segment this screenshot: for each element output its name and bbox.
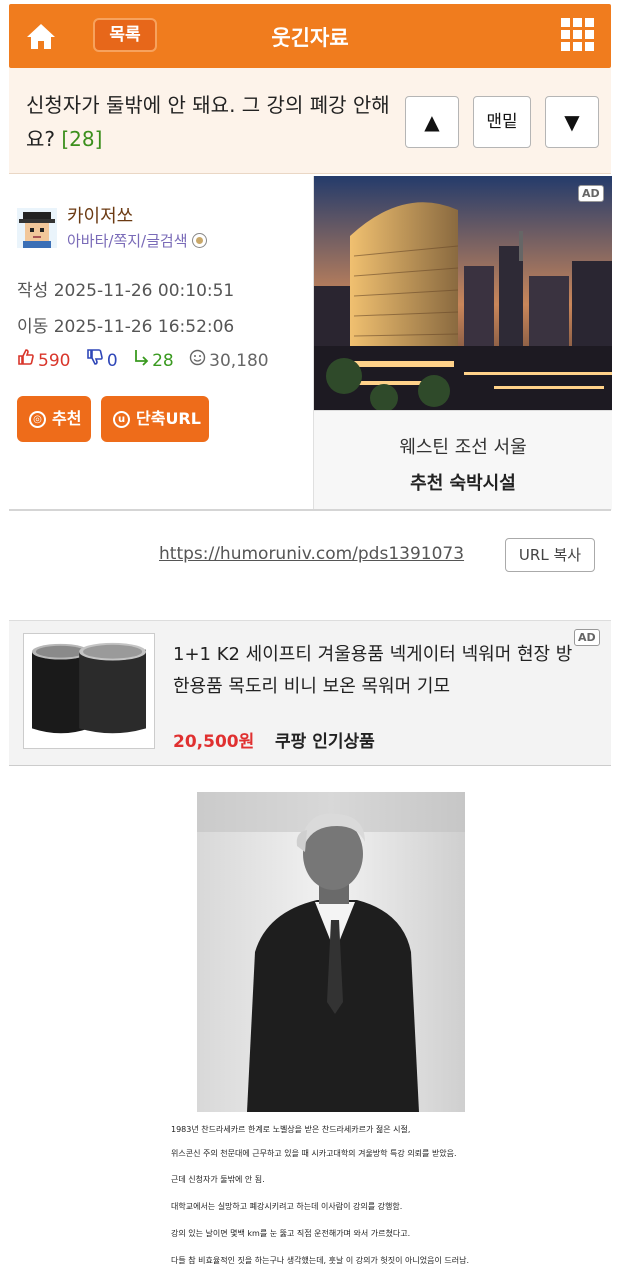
hotel-ad[interactable]: AD 웨스틴 조선 서울 추천 숙박시설: [313, 176, 612, 510]
author-links-text[interactable]: 아바타/쪽지/글검색: [67, 232, 188, 250]
hotel-category[interactable]: 추천 숙박시설: [314, 469, 612, 495]
product-image[interactable]: [23, 633, 155, 749]
thumbs-up-icon: [18, 349, 34, 365]
prev-post-button[interactable]: ▲: [405, 96, 459, 148]
scroll-bottom-button[interactable]: 맨밑: [473, 96, 531, 148]
product-store[interactable]: 쿠팡 인기상품: [275, 727, 375, 752]
caption-line: 1983년 찬드라세카르 한계로 노벨상을 받은 찬드라세카르가 젊은 시절,: [171, 1125, 411, 1134]
post-title: 신청자가 둘밖에 안 돼요. 그 강의 폐강 안해요? [28]: [26, 88, 396, 156]
avatar[interactable]: [17, 208, 57, 248]
divider: [9, 509, 611, 511]
written-date: 작성 2025-11-26 00:10:51: [17, 276, 234, 301]
view-stat: 30,180: [189, 349, 269, 371]
post-stats: 590 0 28 30,180: [17, 348, 279, 371]
caption-line: 강의 있는 날이면 몇백 km를 눈 뚫고 직접 운전해가며 와서 가르쳤다고.: [171, 1229, 411, 1238]
short-url-button[interactable]: u 단축URL: [101, 396, 209, 442]
caption-line: 다들 참 비효율적인 짓을 하는구나 생각했는데, 훗날 이 강의가 헛짓이 아…: [171, 1256, 470, 1265]
short-url-label: 단축URL: [136, 409, 201, 428]
ad-badge[interactable]: AD: [574, 629, 600, 646]
reply-count: 28: [152, 351, 174, 371]
product-ad[interactable]: 1+1 K2 세이프티 겨울용품 넥게이터 넥워머 현장 방한용품 목도리 비니…: [9, 620, 611, 766]
grid-menu-icon[interactable]: [561, 18, 597, 54]
author-links[interactable]: 아바타/쪽지/글검색: [67, 230, 207, 251]
post-url-link[interactable]: https://humoruniv.com/pds1391073: [159, 544, 464, 564]
moved-label: 이동: [17, 317, 49, 337]
caption-line: 대학교에서는 실망하고 폐강시키려고 하는데 이사람이 강의를 강행함.: [171, 1202, 403, 1211]
portrait-photo: [197, 792, 465, 1112]
site-title: 웃긴자료: [271, 26, 349, 50]
view-count: 30,180: [209, 351, 269, 371]
comment-count[interactable]: [28]: [61, 127, 102, 151]
reply-stat: 28: [133, 348, 174, 371]
written-label: 작성: [17, 281, 49, 301]
downvote-count: 0: [106, 351, 118, 371]
hotel-name[interactable]: 웨스틴 조선 서울: [314, 433, 612, 459]
upvote-stat: 590: [17, 348, 70, 371]
downvote-stat: 0: [86, 348, 118, 371]
written-value: 2025-11-26 00:10:51: [53, 281, 235, 301]
moved-date: 이동 2025-11-26 16:52:06: [17, 312, 234, 337]
hotel-info[interactable]: 웨스틴 조선 서울 추천 숙박시설: [314, 410, 612, 510]
post-title-bar: 신청자가 둘밖에 안 돼요. 그 강의 폐강 안해요? [28] ▲ 맨밑 ▼: [9, 68, 611, 174]
recommend-icon: ◎: [29, 411, 46, 428]
smile-icon: [189, 349, 206, 366]
top-bar: 목록 웃긴자료: [9, 4, 611, 68]
reply-icon: [135, 350, 149, 366]
author-panel: 카이저쏘 아바타/쪽지/글검색 작성 2025-11-26 00:10:51 이…: [9, 176, 313, 510]
hotel-photo[interactable]: [314, 176, 612, 410]
thumbs-down-icon: [87, 349, 103, 365]
page: 목록 웃긴자료 신청자가 둘밖에 안 돼요. 그 강의 폐강 안해요? [28]…: [9, 0, 612, 1280]
copy-url-button[interactable]: URL 복사: [505, 538, 595, 572]
caption-line: 위스콘신 주의 천문대에 근무하고 있을 때 시카고대학의 겨울방학 특강 의뢰…: [171, 1149, 457, 1158]
link-icon: u: [113, 411, 130, 428]
member-badge-icon: [191, 233, 207, 248]
recommend-label: 추천: [52, 409, 82, 428]
author-name[interactable]: 카이저쏘: [67, 202, 133, 228]
product-title[interactable]: 1+1 K2 세이프티 겨울용품 넥게이터 넥워머 현장 방한용품 목도리 비니…: [173, 639, 573, 703]
next-post-button[interactable]: ▼: [545, 96, 599, 148]
moved-value: 2025-11-26 16:52:06: [53, 317, 235, 337]
product-price[interactable]: 20,500원: [173, 727, 254, 752]
upvote-count: 590: [38, 351, 71, 371]
ad-badge[interactable]: AD: [578, 185, 604, 202]
recommend-button[interactable]: ◎ 추천: [17, 396, 91, 442]
caption-line: 근데 신청자가 둘밖에 안 됨.: [171, 1175, 265, 1184]
